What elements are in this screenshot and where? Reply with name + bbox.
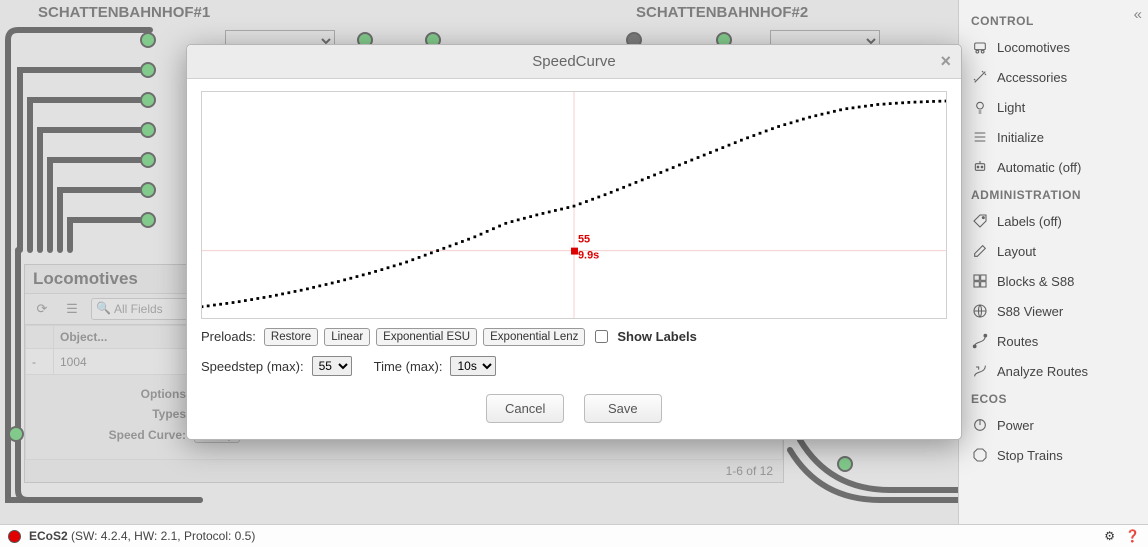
time-max-label: Time (max): <box>374 359 443 374</box>
sidebar-item-label: Light <box>997 100 1025 115</box>
dialog-title: SpeedCurve <box>532 53 615 70</box>
sidebar-item-label: Automatic (off) <box>997 160 1081 175</box>
show-labels-label[interactable]: Show Labels <box>617 329 696 344</box>
status-name: ECoS2 <box>29 529 68 543</box>
sidebar-item-label: Power <box>997 418 1034 433</box>
sidebar-item-label: S88 Viewer <box>997 304 1063 319</box>
sidebar-item-routes[interactable]: Routes <box>959 326 1148 356</box>
status-detail: (SW: 4.2.4, HW: 2.1, Protocol: 0.5) <box>71 529 255 543</box>
sidebar-item-stop[interactable]: Stop Trains <box>959 440 1148 470</box>
speedstep-max-select[interactable]: 55 <box>312 356 352 376</box>
wand-icon <box>971 68 989 86</box>
dialog-titlebar[interactable]: SpeedCurve × <box>187 45 961 79</box>
power-icon <box>971 416 989 434</box>
list-icon <box>971 128 989 146</box>
route-icon <box>971 332 989 350</box>
close-icon[interactable]: × <box>940 51 951 72</box>
marker-time-label: 9.9s <box>578 250 599 262</box>
connection-led-icon <box>8 530 21 543</box>
save-button[interactable]: Save <box>584 394 662 423</box>
time-max-select[interactable]: 10s <box>450 356 496 376</box>
sidebar-section-control: CONTROL <box>959 8 1148 32</box>
sidebar-item-automatic[interactable]: Automatic (off) <box>959 152 1148 182</box>
sidebar-section-admin: ADMINISTRATION <box>959 182 1148 206</box>
sidebar-item-label: Layout <box>997 244 1036 259</box>
sidebar-item-label: Locomotives <box>997 40 1070 55</box>
speedcurve-chart[interactable]: 55 9.9s <box>201 91 947 319</box>
sidebar-item-accessories[interactable]: Accessories <box>959 62 1148 92</box>
show-labels-checkbox[interactable] <box>595 330 608 343</box>
blocks-icon <box>971 272 989 290</box>
cancel-button[interactable]: Cancel <box>486 394 564 423</box>
settings-icon[interactable]: ⚙ <box>1104 529 1115 543</box>
sidebar-item-initialize[interactable]: Initialize <box>959 122 1148 152</box>
sidebar-item-locomotives[interactable]: Locomotives <box>959 32 1148 62</box>
sidebar-item-label: Initialize <box>997 130 1044 145</box>
sidebar-item-power[interactable]: Power <box>959 410 1148 440</box>
sidebar-collapse-button[interactable]: « <box>1134 6 1142 23</box>
marker-step-label: 55 <box>578 234 590 246</box>
sidebar: « CONTROL Locomotives Accessories Light … <box>958 0 1148 524</box>
preloads-label: Preloads: <box>201 329 256 344</box>
speedcurve-dialog: SpeedCurve × 55 9.9s Preloads: Restore L… <box>186 44 962 440</box>
sidebar-item-light[interactable]: Light <box>959 92 1148 122</box>
sidebar-item-s88viewer[interactable]: S88 Viewer <box>959 296 1148 326</box>
tag-icon <box>971 212 989 230</box>
speedcurve-plot: 55 9.9s <box>202 92 946 318</box>
analyze-icon <box>971 362 989 380</box>
sidebar-item-label: Stop Trains <box>997 448 1063 463</box>
speedstep-max-label: Speedstep (max): <box>201 359 304 374</box>
preload-restore-button[interactable]: Restore <box>264 328 318 346</box>
globe-icon <box>971 302 989 320</box>
stop-icon <box>971 446 989 464</box>
train-icon <box>971 38 989 56</box>
sidebar-item-layout[interactable]: Layout <box>959 236 1148 266</box>
help-icon[interactable]: ❓ <box>1125 529 1140 543</box>
preload-exp-esu-button[interactable]: Exponential ESU <box>376 328 477 346</box>
preload-exp-lenz-button[interactable]: Exponential Lenz <box>483 328 585 346</box>
status-bar: ECoS2 (SW: 4.2.4, HW: 2.1, Protocol: 0.5… <box>0 524 1148 547</box>
sidebar-item-label: Labels (off) <box>997 214 1062 229</box>
sidebar-item-label: Routes <box>997 334 1038 349</box>
sidebar-item-label: Accessories <box>997 70 1067 85</box>
sidebar-item-analyze[interactable]: Analyze Routes <box>959 356 1148 386</box>
sidebar-item-labels[interactable]: Labels (off) <box>959 206 1148 236</box>
sidebar-item-blocks[interactable]: Blocks & S88 <box>959 266 1148 296</box>
sidebar-item-label: Blocks & S88 <box>997 274 1074 289</box>
sidebar-section-ecos: ECOS <box>959 386 1148 410</box>
robot-icon <box>971 158 989 176</box>
edit-icon <box>971 242 989 260</box>
bulb-icon <box>971 98 989 116</box>
sidebar-item-label: Analyze Routes <box>997 364 1088 379</box>
preload-linear-button[interactable]: Linear <box>324 328 370 346</box>
